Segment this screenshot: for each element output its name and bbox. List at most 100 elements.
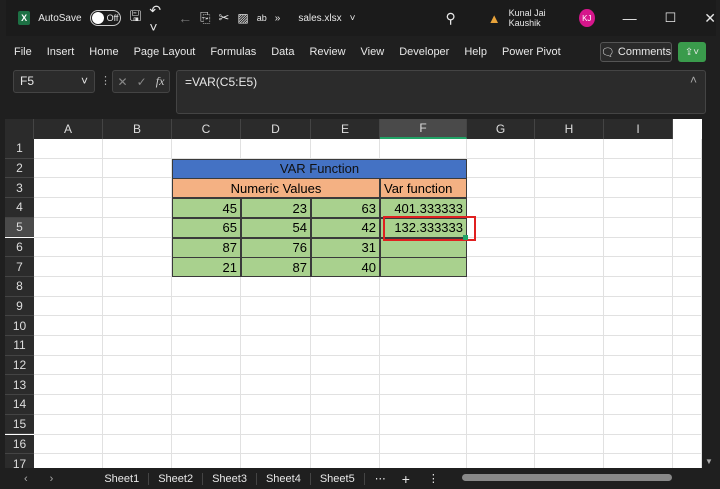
- cut-icon[interactable]: ✂: [218, 10, 229, 26]
- name-box[interactable]: F5 ˅: [13, 70, 95, 93]
- column-header[interactable]: A: [34, 119, 103, 139]
- row-header[interactable]: 12: [5, 355, 34, 376]
- header-var-function[interactable]: Var function: [380, 178, 467, 199]
- row-header[interactable]: 5: [5, 217, 34, 238]
- row-header[interactable]: 6: [5, 237, 34, 258]
- row-header[interactable]: 17: [5, 454, 34, 468]
- cancel-icon[interactable]: ✕: [118, 75, 128, 89]
- fx-icon[interactable]: fx: [156, 74, 165, 89]
- back-icon[interactable]: ←: [178, 10, 192, 26]
- table-cell[interactable]: 87: [241, 257, 311, 278]
- gridline: [603, 139, 604, 468]
- minimize-icon[interactable]: —: [623, 10, 637, 26]
- column-header[interactable]: F: [380, 119, 467, 139]
- row-header[interactable]: 14: [5, 395, 34, 415]
- tab-help[interactable]: Help: [464, 46, 487, 58]
- share-button[interactable]: ⇪˅: [678, 42, 706, 62]
- spelling-icon[interactable]: ab: [257, 13, 267, 23]
- row-header[interactable]: 4: [5, 198, 34, 218]
- row-header[interactable]: 7: [5, 257, 34, 277]
- column-header[interactable]: G: [467, 119, 535, 139]
- more-icon[interactable]: »: [275, 13, 281, 24]
- more-sheets-icon[interactable]: ⋯: [375, 472, 386, 485]
- header-numeric-values[interactable]: Numeric Values: [172, 178, 380, 199]
- row-header[interactable]: 11: [5, 336, 34, 356]
- row-header[interactable]: 9: [5, 296, 34, 317]
- fill-handle[interactable]: [463, 234, 468, 240]
- tab-insert[interactable]: Insert: [47, 46, 75, 58]
- tab-formulas[interactable]: Formulas: [210, 46, 256, 58]
- avatar[interactable]: KJ: [578, 9, 595, 27]
- table-cell[interactable]: 42: [311, 217, 380, 238]
- column-header[interactable]: I: [604, 119, 673, 139]
- row-header[interactable]: 15: [5, 414, 34, 435]
- paste-icon[interactable]: ⎘: [200, 10, 210, 26]
- table-cell[interactable]: 65: [172, 217, 241, 238]
- more-options-icon[interactable]: ⋮: [100, 74, 111, 87]
- undo-icon[interactable]: ↶ ˅: [149, 2, 170, 35]
- comments-button[interactable]: 🗨 Comments: [600, 42, 672, 62]
- row-header[interactable]: 8: [5, 276, 34, 297]
- row-header[interactable]: 1: [5, 139, 34, 159]
- sheet-tab-3[interactable]: Sheet3: [203, 472, 257, 485]
- tab-file[interactable]: File: [14, 46, 32, 58]
- column-header[interactable]: B: [103, 119, 172, 139]
- table-cell[interactable]: 76: [241, 237, 311, 258]
- chevron-down-icon[interactable]: ˅: [81, 74, 88, 89]
- sheet-tab-1[interactable]: Sheet1: [95, 472, 150, 485]
- table-cell[interactable]: 31: [311, 237, 380, 258]
- enter-icon[interactable]: ✓: [137, 75, 147, 89]
- sheet-tab-4[interactable]: Sheet4: [257, 472, 311, 485]
- spreadsheet-grid[interactable]: A B C D E F G H I 1 2 3 4 5 6 7 8 9 10 11 12 13 14 15 16 17 VAR Fu…: [5, 119, 702, 468]
- table-cell[interactable]: 54: [241, 217, 311, 238]
- select-all[interactable]: [5, 119, 34, 139]
- tab-home[interactable]: Home: [89, 46, 118, 58]
- vertical-scrollbar[interactable]: ▼: [702, 119, 716, 468]
- gridline: [34, 374, 702, 376]
- row-header[interactable]: 3: [5, 178, 34, 199]
- table-cell[interactable]: 63: [311, 198, 380, 219]
- table-title[interactable]: VAR Function: [172, 158, 467, 179]
- formula-input[interactable]: =VAR(C5:E5) ˄: [176, 70, 706, 114]
- column-header[interactable]: E: [311, 119, 380, 139]
- gridline: [34, 335, 702, 336]
- row-header[interactable]: 10: [5, 316, 34, 336]
- options-icon[interactable]: ⋮: [428, 472, 439, 485]
- column-header[interactable]: C: [172, 119, 241, 139]
- gridline: [102, 139, 103, 468]
- chevron-down-icon[interactable]: ˅: [350, 13, 356, 24]
- filename[interactable]: sales.xlsx: [298, 13, 341, 24]
- tab-page-layout[interactable]: Page Layout: [134, 46, 196, 58]
- table-cell[interactable]: 23: [241, 198, 311, 219]
- maximize-icon[interactable]: ☐: [665, 10, 677, 26]
- autosave-toggle[interactable]: Off: [89, 10, 122, 26]
- column-header[interactable]: H: [535, 119, 604, 139]
- close-icon[interactable]: ✕: [704, 10, 716, 27]
- row-header[interactable]: 13: [5, 375, 34, 396]
- column-header[interactable]: D: [241, 119, 311, 139]
- tab-power-pivot[interactable]: Power Pivot: [502, 46, 561, 58]
- prev-sheet-icon[interactable]: ‹: [24, 473, 28, 485]
- image-icon[interactable]: ▨: [237, 11, 248, 25]
- table-cell[interactable]: [380, 257, 467, 278]
- name-box-value: F5: [20, 74, 35, 88]
- sheet-tab-5[interactable]: Sheet5: [311, 472, 365, 485]
- horizontal-scrollbar[interactable]: [462, 474, 672, 481]
- row-header[interactable]: 16: [5, 434, 34, 455]
- collapse-icon[interactable]: ˄: [690, 73, 697, 87]
- row-header[interactable]: 2: [5, 158, 34, 179]
- table-cell[interactable]: 87: [172, 237, 241, 258]
- tab-developer[interactable]: Developer: [399, 46, 449, 58]
- save-icon[interactable]: 🖫: [129, 6, 141, 30]
- table-cell[interactable]: 45: [172, 198, 241, 219]
- table-cell[interactable]: 21: [172, 257, 241, 278]
- add-sheet-icon[interactable]: +: [402, 471, 410, 487]
- tab-view[interactable]: View: [361, 46, 385, 58]
- tab-review[interactable]: Review: [309, 46, 345, 58]
- table-cell[interactable]: 40: [311, 257, 380, 278]
- scroll-down-icon[interactable]: ▼: [705, 457, 713, 466]
- next-sheet-icon[interactable]: ›: [50, 473, 54, 485]
- sheet-tab-2[interactable]: Sheet2: [149, 472, 204, 485]
- search-icon[interactable]: ⚲: [446, 10, 456, 27]
- tab-data[interactable]: Data: [271, 46, 294, 58]
